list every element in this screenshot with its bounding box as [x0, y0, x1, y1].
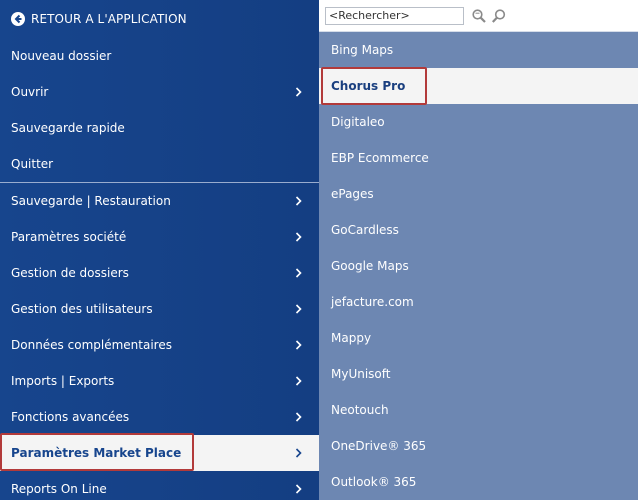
menu-item-label: Fonctions avancées	[11, 410, 130, 424]
menu-item-label: Gestion des utilisateurs	[11, 302, 153, 316]
list-item-neotouch[interactable]: Neotouch	[319, 392, 638, 428]
chevron-right-icon	[293, 195, 303, 207]
menu-item-market-place-settings[interactable]: Paramètres Market Place	[0, 435, 319, 471]
chevron-right-icon	[293, 303, 303, 315]
list-item-onedrive-365[interactable]: OneDrive® 365	[319, 428, 638, 464]
chevron-right-icon	[293, 339, 303, 351]
list-item-label: MyUnisoft	[331, 367, 391, 381]
menu-item-quick-save[interactable]: Sauvegarde rapide	[0, 110, 319, 146]
menu-item-backup-restore[interactable]: Sauvegarde | Restauration	[0, 183, 319, 219]
search-icon[interactable]	[470, 7, 488, 25]
menu-item-open[interactable]: Ouvrir	[0, 74, 319, 110]
menu-item-label: Quitter	[11, 157, 54, 171]
menu-item-label: Paramètres Market Place	[11, 446, 182, 460]
chevron-right-icon	[293, 447, 303, 459]
main-menu-panel: RETOUR A L'APPLICATION Nouveau dossier O…	[0, 0, 319, 500]
list-item-myunisoft[interactable]: MyUnisoft	[319, 356, 638, 392]
arrow-left-circle-icon	[11, 12, 25, 26]
list-item-label: Google Maps	[331, 259, 409, 273]
menu-item-label: Gestion de dossiers	[11, 266, 129, 280]
list-item-label: Neotouch	[331, 403, 389, 417]
menu-item-imports-exports[interactable]: Imports | Exports	[0, 363, 319, 399]
menu-group-file: Nouveau dossier Ouvrir Sauvegarde rapide…	[0, 38, 319, 182]
menu-item-label: Sauvegarde | Restauration	[11, 194, 171, 208]
menu-item-label: Paramètres société	[11, 230, 127, 244]
advanced-search-icon[interactable]	[490, 7, 508, 25]
menu-item-new-folder[interactable]: Nouveau dossier	[0, 38, 319, 74]
list-item-label: EBP Ecommerce	[331, 151, 429, 165]
menu-item-advanced-functions[interactable]: Fonctions avancées	[0, 399, 319, 435]
menu-item-user-management[interactable]: Gestion des utilisateurs	[0, 291, 319, 327]
list-item-label: Chorus Pro	[331, 79, 406, 93]
list-item-label: GoCardless	[331, 223, 399, 237]
menu-item-folder-management[interactable]: Gestion de dossiers	[0, 255, 319, 291]
menu-item-additional-data[interactable]: Données complémentaires	[0, 327, 319, 363]
menu-item-label: Nouveau dossier	[11, 49, 112, 63]
chevron-right-icon	[293, 231, 303, 243]
market-place-list: Bing Maps Chorus Pro Digitaleo EBP Ecomm…	[319, 32, 638, 500]
menu-group-settings: Sauvegarde | Restauration Paramètres soc…	[0, 183, 319, 500]
menu-item-reports-online[interactable]: Reports On Line	[0, 471, 319, 500]
list-item-label: Bing Maps	[331, 43, 394, 57]
search-input[interactable]	[325, 6, 464, 25]
list-item-google-maps[interactable]: Google Maps	[319, 248, 638, 284]
menu-item-label: Ouvrir	[11, 85, 49, 99]
chevron-right-icon	[293, 411, 303, 423]
market-place-submenu: Bing Maps Chorus Pro Digitaleo EBP Ecomm…	[319, 0, 638, 500]
search-bar	[319, 0, 638, 32]
menu-item-label: Sauvegarde rapide	[11, 121, 125, 135]
menu-item-label: Imports | Exports	[11, 374, 115, 388]
list-item-jefacture[interactable]: jefacture.com	[319, 284, 638, 320]
menu-item-company-settings[interactable]: Paramètres société	[0, 219, 319, 255]
chevron-right-icon	[293, 267, 303, 279]
chevron-right-icon	[293, 375, 303, 387]
back-to-application-button[interactable]: RETOUR A L'APPLICATION	[0, 0, 319, 38]
list-item-label: Digitaleo	[331, 115, 385, 129]
list-item-label: OneDrive® 365	[331, 439, 427, 453]
list-item-digitaleo[interactable]: Digitaleo	[319, 104, 638, 140]
menu-item-label: Données complémentaires	[11, 338, 172, 352]
menu-item-quit[interactable]: Quitter	[0, 146, 319, 182]
list-item-mappy[interactable]: Mappy	[319, 320, 638, 356]
list-item-label: Mappy	[331, 331, 372, 345]
list-item-label: ePages	[331, 187, 374, 201]
list-item-ebp-ecommerce[interactable]: EBP Ecommerce	[319, 140, 638, 176]
list-item-label: Outlook® 365	[331, 475, 417, 489]
chevron-right-icon	[293, 483, 303, 495]
list-item-gocardless[interactable]: GoCardless	[319, 212, 638, 248]
menu-item-label: Reports On Line	[11, 482, 107, 496]
back-to-application-label: RETOUR A L'APPLICATION	[31, 12, 187, 26]
list-item-outlook-365[interactable]: Outlook® 365	[319, 464, 638, 500]
chevron-right-icon	[293, 86, 303, 98]
list-item-label: jefacture.com	[331, 295, 414, 309]
list-item-chorus-pro[interactable]: Chorus Pro	[319, 68, 638, 104]
list-item-bing-maps[interactable]: Bing Maps	[319, 32, 638, 68]
list-item-epages[interactable]: ePages	[319, 176, 638, 212]
